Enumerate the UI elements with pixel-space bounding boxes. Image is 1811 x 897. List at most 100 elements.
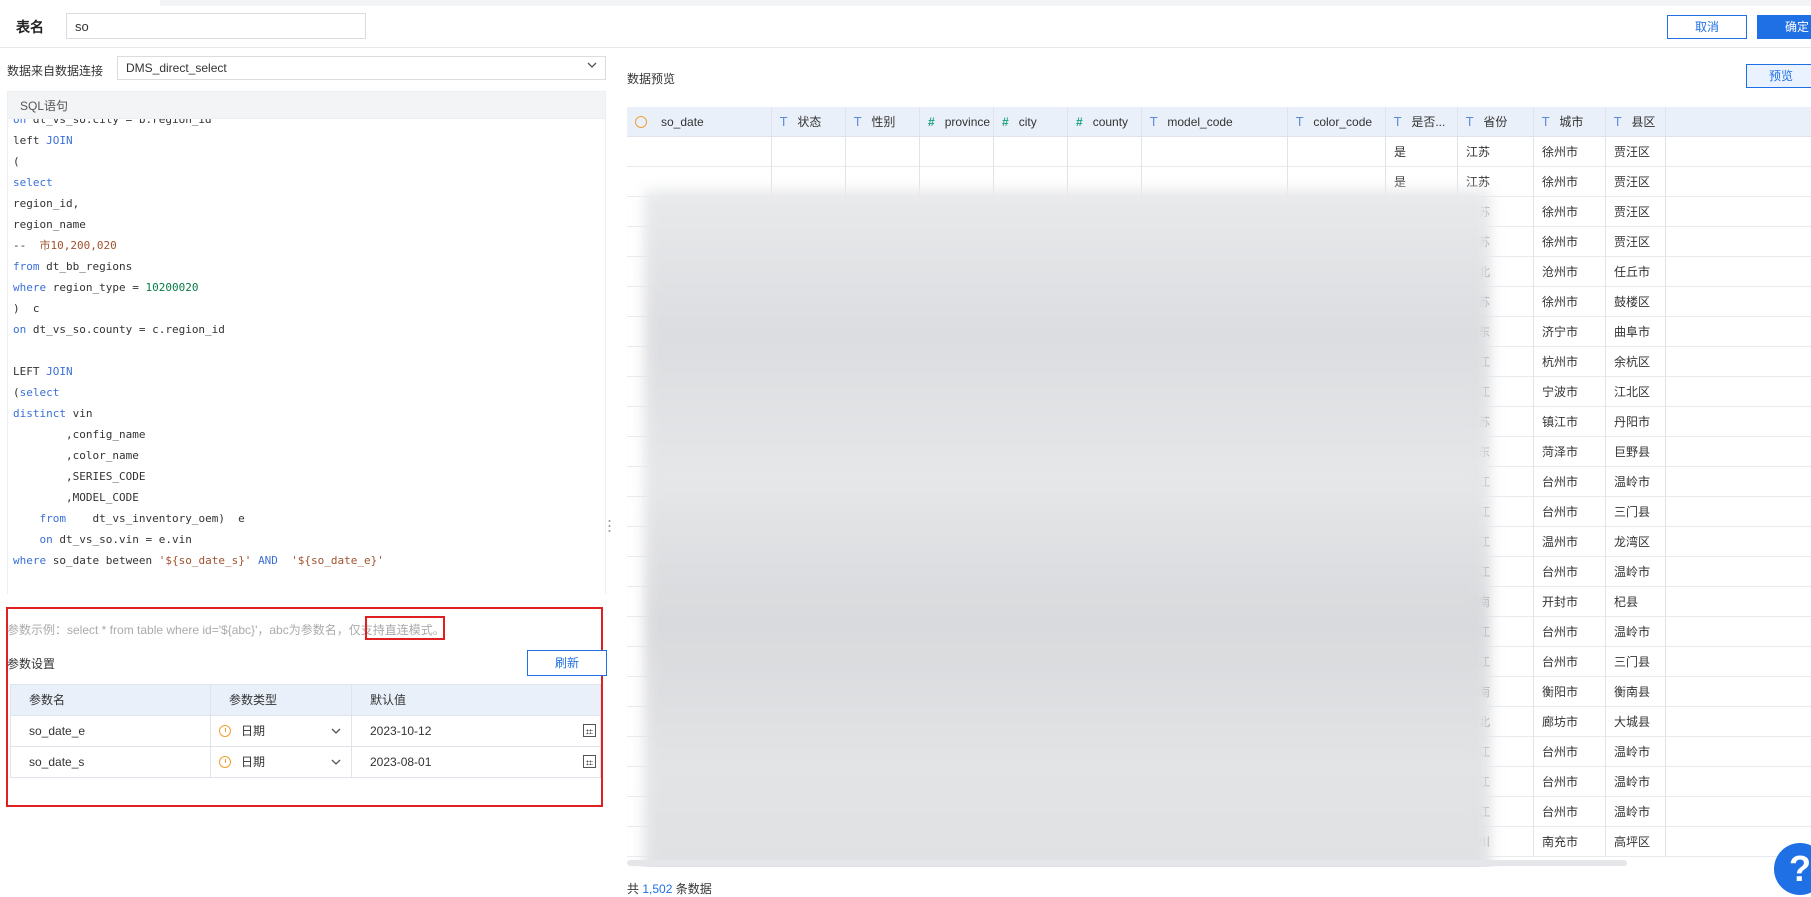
grid-cell: 杞县 bbox=[1606, 587, 1666, 617]
param-settings-title: 参数设置 bbox=[7, 657, 56, 671]
grid-cell: 台州市 bbox=[1534, 467, 1606, 497]
text-type-icon: T bbox=[854, 115, 862, 129]
grid-cell: 贾汪区 bbox=[1606, 197, 1666, 227]
grid-column-label: 县区 bbox=[1631, 115, 1656, 129]
grid-cell: 温州市 bbox=[1534, 527, 1606, 557]
param-type-value: 日期 bbox=[241, 724, 266, 738]
preview-grid: so_date T 状态 T 性别 # province # city # county Tmodel… bbox=[627, 107, 1811, 867]
grid-cell: 台州市 bbox=[1534, 797, 1606, 827]
grid-column-header[interactable]: Tmodel_code bbox=[1142, 107, 1288, 137]
grid-cell: 徐州市 bbox=[1534, 227, 1606, 257]
grid-cell bbox=[1142, 137, 1288, 167]
clock-icon bbox=[635, 115, 647, 128]
sql-editor[interactable]: on dt_vs_so.city = b.region_id left JOIN… bbox=[7, 119, 606, 594]
blurred-region bbox=[645, 191, 1490, 867]
grid-cell: 台州市 bbox=[1534, 767, 1606, 797]
grid-header: so_date T 状态 T 性别 # province # city # county Tmodel… bbox=[627, 107, 1811, 137]
grid-cell: 衡南县 bbox=[1606, 677, 1666, 707]
grid-cell: 是 bbox=[1386, 137, 1458, 167]
confirm-button[interactable]: 确定 bbox=[1757, 15, 1811, 39]
grid-cell bbox=[846, 137, 920, 167]
table-name-input[interactable] bbox=[66, 13, 366, 39]
grid-cell: 开封市 bbox=[1534, 587, 1606, 617]
grid-column-header[interactable]: Tcolor_code bbox=[1288, 107, 1386, 137]
param-table-header: 参数名 参数类型 默认值 bbox=[10, 684, 601, 716]
grid-cell: 镇江市 bbox=[1534, 407, 1606, 437]
grid-cell: 丹阳市 bbox=[1606, 407, 1666, 437]
number-type-icon: # bbox=[1076, 115, 1083, 129]
grid-cell: 菏泽市 bbox=[1534, 437, 1606, 467]
text-type-icon: T bbox=[1296, 115, 1304, 129]
grid-column-label: county bbox=[1092, 115, 1129, 129]
grid-cell bbox=[920, 137, 994, 167]
grid-column-header[interactable]: T 状态 bbox=[772, 107, 846, 137]
top-strip bbox=[160, 0, 1811, 6]
preview-button[interactable]: 预览 bbox=[1746, 64, 1811, 88]
grid-cell: 杭州市 bbox=[1534, 347, 1606, 377]
grid-column-label: 省份 bbox=[1483, 115, 1508, 129]
grid-cell: 贾汪区 bbox=[1606, 227, 1666, 257]
grid-cell: 龙湾区 bbox=[1606, 527, 1666, 557]
grid-cell: 济宁市 bbox=[1534, 317, 1606, 347]
clock-icon bbox=[219, 756, 231, 768]
drag-handle-icon[interactable] bbox=[608, 518, 611, 534]
grid-column-label: 是否... bbox=[1411, 115, 1446, 129]
grid-column-header[interactable]: # county bbox=[1068, 107, 1142, 137]
param-type-select[interactable]: 日期 bbox=[211, 716, 352, 746]
grid-column-header[interactable]: T 县区 bbox=[1606, 107, 1666, 137]
grid-cell bbox=[772, 137, 846, 167]
grid-column-label: 城市 bbox=[1559, 115, 1584, 129]
grid-cell: 温岭市 bbox=[1606, 767, 1666, 797]
param-default-input[interactable]: 2023-08-01 bbox=[352, 747, 600, 777]
param-type-value: 日期 bbox=[241, 755, 266, 769]
param-name: so_date_e bbox=[11, 716, 211, 746]
grid-column-label: color_code bbox=[1313, 115, 1373, 129]
grid-column-header[interactable]: T 省份 bbox=[1458, 107, 1534, 137]
grid-cell: 衡阳市 bbox=[1534, 677, 1606, 707]
grid-cell: 台州市 bbox=[1534, 737, 1606, 767]
connection-select[interactable]: DMS_direct_select bbox=[117, 56, 606, 80]
table-row[interactable]: 是江苏徐州市贾汪区 bbox=[627, 137, 1811, 167]
refresh-button[interactable]: 刷新 bbox=[527, 650, 607, 676]
grid-cell: 高坪区 bbox=[1606, 827, 1666, 857]
grid-cell: 沧州市 bbox=[1534, 257, 1606, 287]
chevron-down-icon bbox=[587, 62, 597, 68]
param-row: so_date_e 日期 2023-10-12 bbox=[10, 716, 601, 747]
hint-highlight-box bbox=[365, 616, 445, 640]
calendar-icon[interactable] bbox=[583, 724, 596, 737]
param-name: so_date_s bbox=[11, 747, 211, 777]
grid-column-header[interactable]: T 性别 bbox=[846, 107, 920, 137]
record-count-suffix: 条数据 bbox=[675, 882, 712, 896]
record-count: 共 1,502 条数据 bbox=[627, 880, 712, 897]
chevron-down-icon bbox=[331, 728, 341, 734]
number-type-icon: # bbox=[1002, 115, 1009, 129]
grid-cell: 大城县 bbox=[1606, 707, 1666, 737]
grid-column-header[interactable]: so_date bbox=[627, 107, 772, 137]
help-icon[interactable]: ? bbox=[1774, 843, 1811, 895]
grid-horizontal-scrollbar[interactable] bbox=[627, 860, 1627, 866]
param-default-input[interactable]: 2023-10-12 bbox=[352, 716, 600, 746]
grid-column-header[interactable]: # city bbox=[994, 107, 1068, 137]
param-type-select[interactable]: 日期 bbox=[211, 747, 352, 777]
grid-cell: 江北区 bbox=[1606, 377, 1666, 407]
cancel-button[interactable]: 取消 bbox=[1667, 15, 1747, 39]
record-count-value: 1,502 bbox=[642, 882, 673, 896]
record-count-prefix: 共 bbox=[627, 882, 640, 896]
grid-cell: 三门县 bbox=[1606, 647, 1666, 677]
calendar-icon[interactable] bbox=[583, 755, 596, 768]
grid-cell: 温岭市 bbox=[1606, 617, 1666, 647]
preview-title: 数据预览 bbox=[627, 72, 676, 86]
param-col-default: 默认值 bbox=[370, 693, 407, 707]
grid-column-label: city bbox=[1018, 115, 1037, 129]
grid-column-header[interactable]: T 是否... bbox=[1386, 107, 1458, 137]
text-type-icon: T bbox=[1394, 115, 1402, 129]
grid-column-label: so_date bbox=[661, 115, 704, 129]
grid-column-label: province bbox=[944, 115, 991, 129]
param-col-type: 参数类型 bbox=[211, 685, 352, 715]
grid-column-header[interactable]: # province bbox=[920, 107, 994, 137]
grid-cell: 贾汪区 bbox=[1606, 137, 1666, 167]
right-panel: 数据预览 预览 so_date T 状态 T 性别 # province # city # coun… bbox=[617, 48, 1811, 896]
grid-cell bbox=[994, 137, 1068, 167]
grid-column-header[interactable]: T 城市 bbox=[1534, 107, 1606, 137]
grid-cell: 巨野县 bbox=[1606, 437, 1666, 467]
